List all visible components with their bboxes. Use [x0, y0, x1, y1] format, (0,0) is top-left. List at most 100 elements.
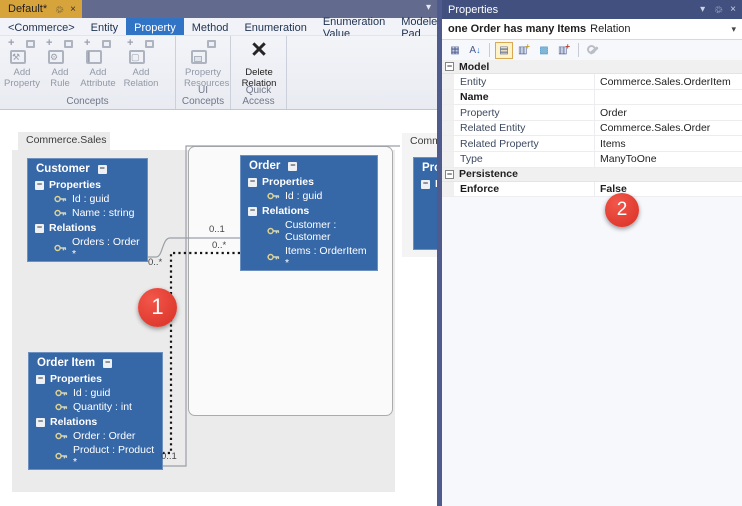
ribbon-tab-property[interactable]: Property	[126, 18, 184, 35]
collapse-icon[interactable]: −	[248, 178, 257, 187]
copy-icon[interactable]: ▩	[535, 42, 553, 59]
grid-row-type[interactable]: TypeManyToOne	[442, 152, 742, 168]
property-value[interactable]: Commerce.Sales.OrderItem	[595, 74, 742, 89]
grid-row-entity[interactable]: EntityCommerce.Sales.OrderItem	[442, 74, 742, 90]
ribbon-tab-enumeration-value[interactable]: Enumeration Value	[315, 18, 393, 35]
object-selector-combobox[interactable]: one Order has many Items Relation ▾	[442, 19, 742, 40]
collapse-icon[interactable]: −	[98, 165, 107, 174]
property-value[interactable]	[595, 90, 742, 105]
property-pages-icon[interactable]: ▤	[495, 42, 513, 59]
pin-icon[interactable]: ♲	[53, 5, 64, 14]
grid-row-property[interactable]: PropertyOrder	[442, 105, 742, 121]
collapse-icon[interactable]: −	[36, 375, 45, 384]
diagram-tab-commerce-sales[interactable]: Commerce.Sales	[18, 132, 110, 150]
grid-row-related-entity[interactable]: Related EntityCommerce.Sales.Order	[442, 121, 742, 137]
member-row[interactable]: Order : Order	[29, 429, 162, 443]
button-label: AddAttribute	[79, 67, 117, 89]
member-row[interactable]: Customer : Customer	[241, 218, 377, 244]
property-value[interactable]: ManyToOne	[595, 152, 742, 167]
entity-customer[interactable]: Customer−−PropertiesId : guidName : stri…	[27, 158, 148, 262]
collapse-icon[interactable]: −	[36, 418, 45, 427]
multiplicity-label: 0..*	[212, 240, 226, 251]
section-header: −Properties	[241, 174, 377, 189]
property-resources-icon	[190, 40, 216, 65]
category-label: Persistence	[459, 168, 518, 180]
property-label: Property	[454, 105, 595, 120]
member-row[interactable]: Name : string	[28, 206, 147, 220]
collapse-icon[interactable]: −	[103, 359, 112, 368]
add-rule-button[interactable]: +⚙AddRule	[41, 40, 79, 89]
group-label: UI Concepts	[176, 85, 230, 107]
properties-title-bar[interactable]: Properties ▾ ♲ ×	[442, 0, 742, 19]
grid-category-persistence[interactable]: −Persistence	[442, 168, 742, 182]
delete-relation-button[interactable]: ×DeleteRelation	[240, 40, 278, 89]
multiplicity-label: 0..*	[148, 257, 162, 268]
member-row[interactable]: Id : guid	[28, 192, 147, 206]
member-row[interactable]: Id : guid	[29, 386, 162, 400]
collapse-icon[interactable]: −	[35, 224, 44, 233]
collapse-icon[interactable]: −	[445, 62, 454, 71]
button-label: AddRelation	[122, 67, 160, 89]
member-label: Quantity : int	[73, 401, 132, 413]
member-row[interactable]: Items : OrderItem *	[241, 244, 377, 270]
close-icon[interactable]: ×	[730, 4, 736, 15]
multiplicity-label: 0..1	[161, 451, 177, 462]
property-label: Entity	[454, 74, 595, 89]
member-row[interactable]: Orders : Order *	[28, 235, 147, 261]
collapse-icon[interactable]: −	[445, 170, 454, 179]
entity-order[interactable]: Order−−PropertiesId : guid−RelationsCust…	[240, 155, 378, 271]
property-value[interactable]: Order	[595, 105, 742, 120]
diagram-host: Commerce.Sales Comme Customer−−Propertie…	[0, 111, 437, 506]
member-row[interactable]: Id : guid	[241, 189, 377, 203]
member-row[interactable]: Product : Product *	[29, 443, 162, 469]
collapse-icon[interactable]: −	[35, 181, 44, 190]
chevron-down-icon[interactable]: ▾	[731, 24, 736, 35]
collapse-icon[interactable]: −	[288, 162, 297, 171]
property-value[interactable]: Items	[595, 136, 742, 151]
member-row[interactable]: Quantity : int	[29, 400, 162, 414]
ribbon-tab--commerce-[interactable]: <Commerce>	[0, 18, 83, 35]
close-icon[interactable]: ×	[70, 4, 76, 15]
section-label: Properties	[49, 179, 101, 191]
group-label: Quick Access	[231, 85, 286, 107]
member-label: Order : Order	[73, 430, 135, 442]
ribbon-tab-entity[interactable]: Entity	[83, 18, 127, 35]
add-icon[interactable]: ▥+	[515, 42, 533, 59]
grid-row-name[interactable]: Name	[442, 90, 742, 106]
add-attribute-button[interactable]: +▎AddAttribute	[79, 40, 117, 89]
ribbon-group-quick-access: ×DeleteRelationQuick Access	[231, 36, 287, 109]
section-header: −Properties	[29, 371, 162, 386]
button-label: AddProperty	[3, 67, 41, 89]
property-value[interactable]: Commerce.Sales.Order	[595, 121, 742, 136]
ribbon-tab-enumeration[interactable]: Enumeration	[236, 18, 314, 35]
category-label: Model	[459, 61, 489, 73]
ribbon-tab-method[interactable]: Method	[184, 18, 237, 35]
alphabetical-icon[interactable]: A↓	[466, 42, 484, 59]
collapse-icon[interactable]: −	[248, 207, 257, 216]
pin-icon[interactable]: ♲	[712, 5, 723, 14]
property-resources-button[interactable]: PropertyResources	[184, 40, 222, 89]
tab-overflow-caret-icon[interactable]: ▾	[426, 2, 431, 13]
grid-row-related-property[interactable]: Related PropertyItems	[442, 136, 742, 152]
window-caret-icon[interactable]: ▾	[700, 4, 705, 15]
member-label: Orders : Order *	[72, 236, 141, 260]
group-label: Concepts	[0, 96, 175, 107]
document-tab-default[interactable]: Default* ♲ ×	[0, 0, 82, 18]
property-label: Enforce	[454, 182, 595, 197]
key-icon	[55, 401, 68, 413]
remove-icon[interactable]: ▥+	[555, 42, 573, 59]
section-label: Properties	[262, 176, 314, 188]
categorized-icon[interactable]: ▦	[446, 42, 464, 59]
advanced-wrench-icon[interactable]	[584, 42, 602, 59]
member-label: Name : string	[72, 207, 134, 219]
entity-order-item[interactable]: Order Item−−PropertiesId : guidQuantity …	[28, 352, 163, 470]
add-property-button[interactable]: +⚒AddProperty	[3, 40, 41, 89]
key-icon	[54, 242, 67, 254]
section-label: Properties	[50, 373, 102, 385]
grid-row-enforce[interactable]: EnforceFalse	[442, 182, 742, 198]
collapse-icon[interactable]: −	[421, 180, 430, 189]
add-relation-button[interactable]: +▢AddRelation	[122, 40, 160, 89]
grid-category-model[interactable]: −Model	[442, 60, 742, 74]
callout-badge-1: 1	[138, 288, 177, 327]
key-icon	[267, 251, 280, 263]
